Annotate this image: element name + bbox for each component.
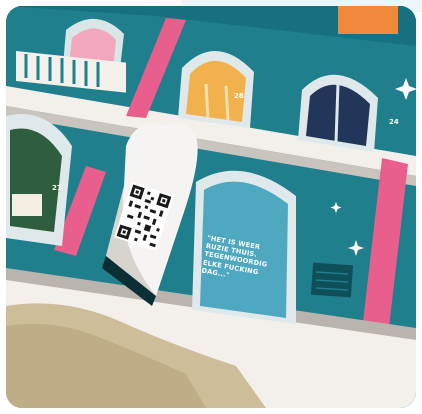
photo-frame: 27 28 24 "HET IS WEER RUZIE THUIS. TEGEN… xyxy=(6,6,416,408)
door-number-27: 27 xyxy=(52,184,62,192)
gift-box xyxy=(12,194,42,216)
window-orange-top xyxy=(338,6,398,34)
door-number-24: 24 xyxy=(389,118,399,126)
door-number-28: 28 xyxy=(234,92,244,100)
advent-calendar-photo xyxy=(6,6,416,408)
